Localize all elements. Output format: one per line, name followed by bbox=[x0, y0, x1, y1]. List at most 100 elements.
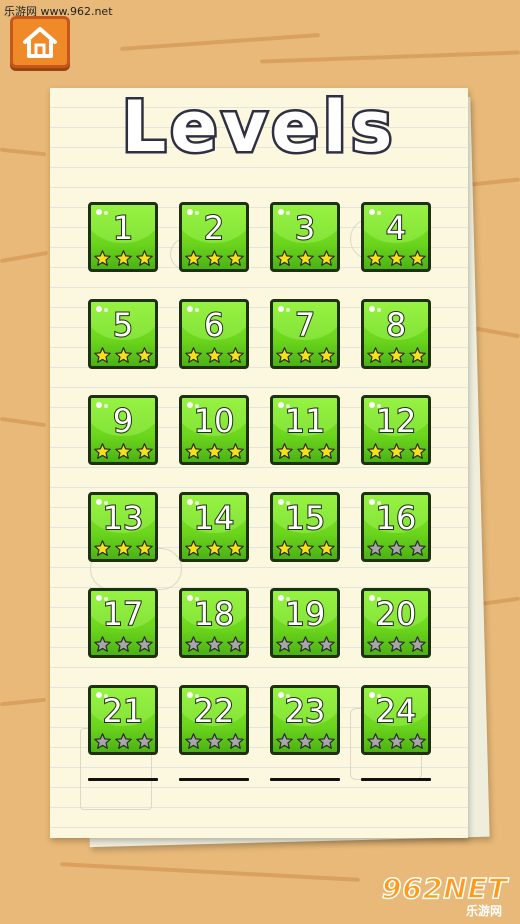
level-stars bbox=[91, 443, 155, 460]
level-number: 17 bbox=[102, 594, 145, 634]
page-title: Levels bbox=[119, 84, 397, 171]
level-stars bbox=[91, 539, 155, 557]
level-number: 6 bbox=[203, 305, 225, 345]
level-number: 16 bbox=[375, 498, 418, 538]
star-empty-icon bbox=[275, 732, 293, 749]
star-filled-icon bbox=[184, 250, 202, 266]
level-stars bbox=[273, 539, 337, 557]
level-number: 18 bbox=[193, 594, 236, 634]
star-empty-icon bbox=[317, 636, 335, 652]
star-filled-icon bbox=[275, 250, 293, 266]
level-number: 11 bbox=[284, 401, 327, 441]
level-button-23[interactable]: 23 bbox=[270, 684, 340, 755]
star-filled-icon bbox=[184, 443, 202, 459]
level-number: 1 bbox=[112, 208, 134, 248]
level-button-22[interactable]: 22 bbox=[179, 684, 249, 755]
wood-grain bbox=[469, 177, 520, 187]
level-stars bbox=[182, 443, 246, 460]
level-stars bbox=[273, 443, 337, 460]
level-number: 3 bbox=[294, 208, 316, 248]
star-filled-icon bbox=[275, 539, 293, 556]
star-empty-icon bbox=[387, 732, 405, 749]
level-button-8[interactable]: 8 bbox=[361, 298, 431, 369]
star-empty-icon bbox=[184, 732, 202, 749]
level-stars bbox=[364, 732, 428, 750]
level-button-14[interactable]: 14 bbox=[179, 491, 249, 562]
level-number: 2 bbox=[203, 208, 225, 248]
level-button-5[interactable]: 5 bbox=[88, 298, 158, 369]
star-empty-icon bbox=[205, 732, 223, 749]
level-slot-placeholder bbox=[179, 778, 249, 781]
star-filled-icon bbox=[114, 539, 132, 556]
level-number: 4 bbox=[385, 208, 407, 248]
logo-sub: 乐游网 bbox=[465, 904, 502, 918]
level-button-17[interactable]: 17 bbox=[88, 588, 158, 658]
level-stars bbox=[273, 250, 337, 267]
level-button-2[interactable]: 2 bbox=[179, 202, 249, 272]
level-stars bbox=[182, 250, 246, 267]
star-filled-icon bbox=[226, 539, 244, 556]
star-empty-icon bbox=[114, 636, 132, 652]
level-stars bbox=[91, 732, 155, 750]
star-empty-icon bbox=[296, 636, 314, 652]
level-number: 15 bbox=[284, 498, 327, 538]
level-number: 19 bbox=[284, 594, 327, 634]
star-filled-icon bbox=[296, 539, 314, 556]
wood-grain bbox=[0, 147, 47, 157]
level-number: 21 bbox=[102, 691, 145, 731]
level-button-3[interactable]: 3 bbox=[270, 202, 340, 272]
star-filled-icon bbox=[296, 346, 314, 363]
level-button-12[interactable]: 12 bbox=[361, 395, 431, 465]
level-number: 5 bbox=[112, 305, 134, 345]
level-button-10[interactable]: 10 bbox=[179, 395, 249, 465]
level-button-11[interactable]: 11 bbox=[270, 395, 340, 465]
star-empty-icon bbox=[317, 732, 335, 749]
level-button-16[interactable]: 16 bbox=[361, 491, 431, 562]
star-filled-icon bbox=[93, 346, 111, 363]
level-button-1[interactable]: 1 bbox=[88, 202, 158, 272]
level-stars bbox=[91, 250, 155, 267]
star-filled-icon bbox=[317, 443, 335, 459]
star-filled-icon bbox=[366, 250, 384, 266]
star-filled-icon bbox=[366, 346, 384, 363]
level-button-15[interactable]: 15 bbox=[270, 491, 340, 562]
level-button-21[interactable]: 21 bbox=[88, 684, 158, 755]
star-filled-icon bbox=[226, 346, 244, 363]
level-button-6[interactable]: 6 bbox=[179, 298, 249, 369]
watermark-logo: 962NET 乐游网 bbox=[381, 871, 512, 918]
star-empty-icon bbox=[135, 636, 153, 652]
level-button-4[interactable]: 4 bbox=[361, 202, 431, 272]
star-empty-icon bbox=[366, 539, 384, 556]
star-empty-icon bbox=[387, 539, 405, 556]
star-empty-icon bbox=[226, 636, 244, 652]
level-button-9[interactable]: 9 bbox=[88, 395, 158, 465]
wood-grain bbox=[0, 416, 47, 428]
star-filled-icon bbox=[317, 250, 335, 266]
home-button[interactable] bbox=[10, 16, 70, 68]
level-button-13[interactable]: 13 bbox=[88, 491, 158, 562]
star-filled-icon bbox=[296, 443, 314, 459]
level-button-20[interactable]: 20 bbox=[361, 588, 431, 658]
level-button-7[interactable]: 7 bbox=[270, 298, 340, 369]
star-filled-icon bbox=[317, 539, 335, 556]
level-button-19[interactable]: 19 bbox=[270, 588, 340, 658]
star-empty-icon bbox=[275, 636, 293, 652]
wood-grain bbox=[260, 50, 520, 64]
star-filled-icon bbox=[205, 443, 223, 459]
star-filled-icon bbox=[408, 443, 426, 459]
level-number: 9 bbox=[112, 401, 134, 441]
star-filled-icon bbox=[205, 539, 223, 556]
level-stars bbox=[182, 636, 246, 653]
star-filled-icon bbox=[408, 250, 426, 266]
level-slot-placeholder bbox=[88, 778, 158, 781]
star-empty-icon bbox=[296, 732, 314, 749]
star-filled-icon bbox=[135, 539, 153, 556]
level-stars bbox=[364, 250, 428, 267]
star-filled-icon bbox=[135, 250, 153, 266]
level-stars bbox=[273, 346, 337, 364]
level-button-18[interactable]: 18 bbox=[179, 588, 249, 658]
star-filled-icon bbox=[408, 346, 426, 363]
level-button-24[interactable]: 24 bbox=[361, 684, 431, 755]
level-number: 13 bbox=[102, 498, 145, 538]
star-empty-icon bbox=[114, 732, 132, 749]
